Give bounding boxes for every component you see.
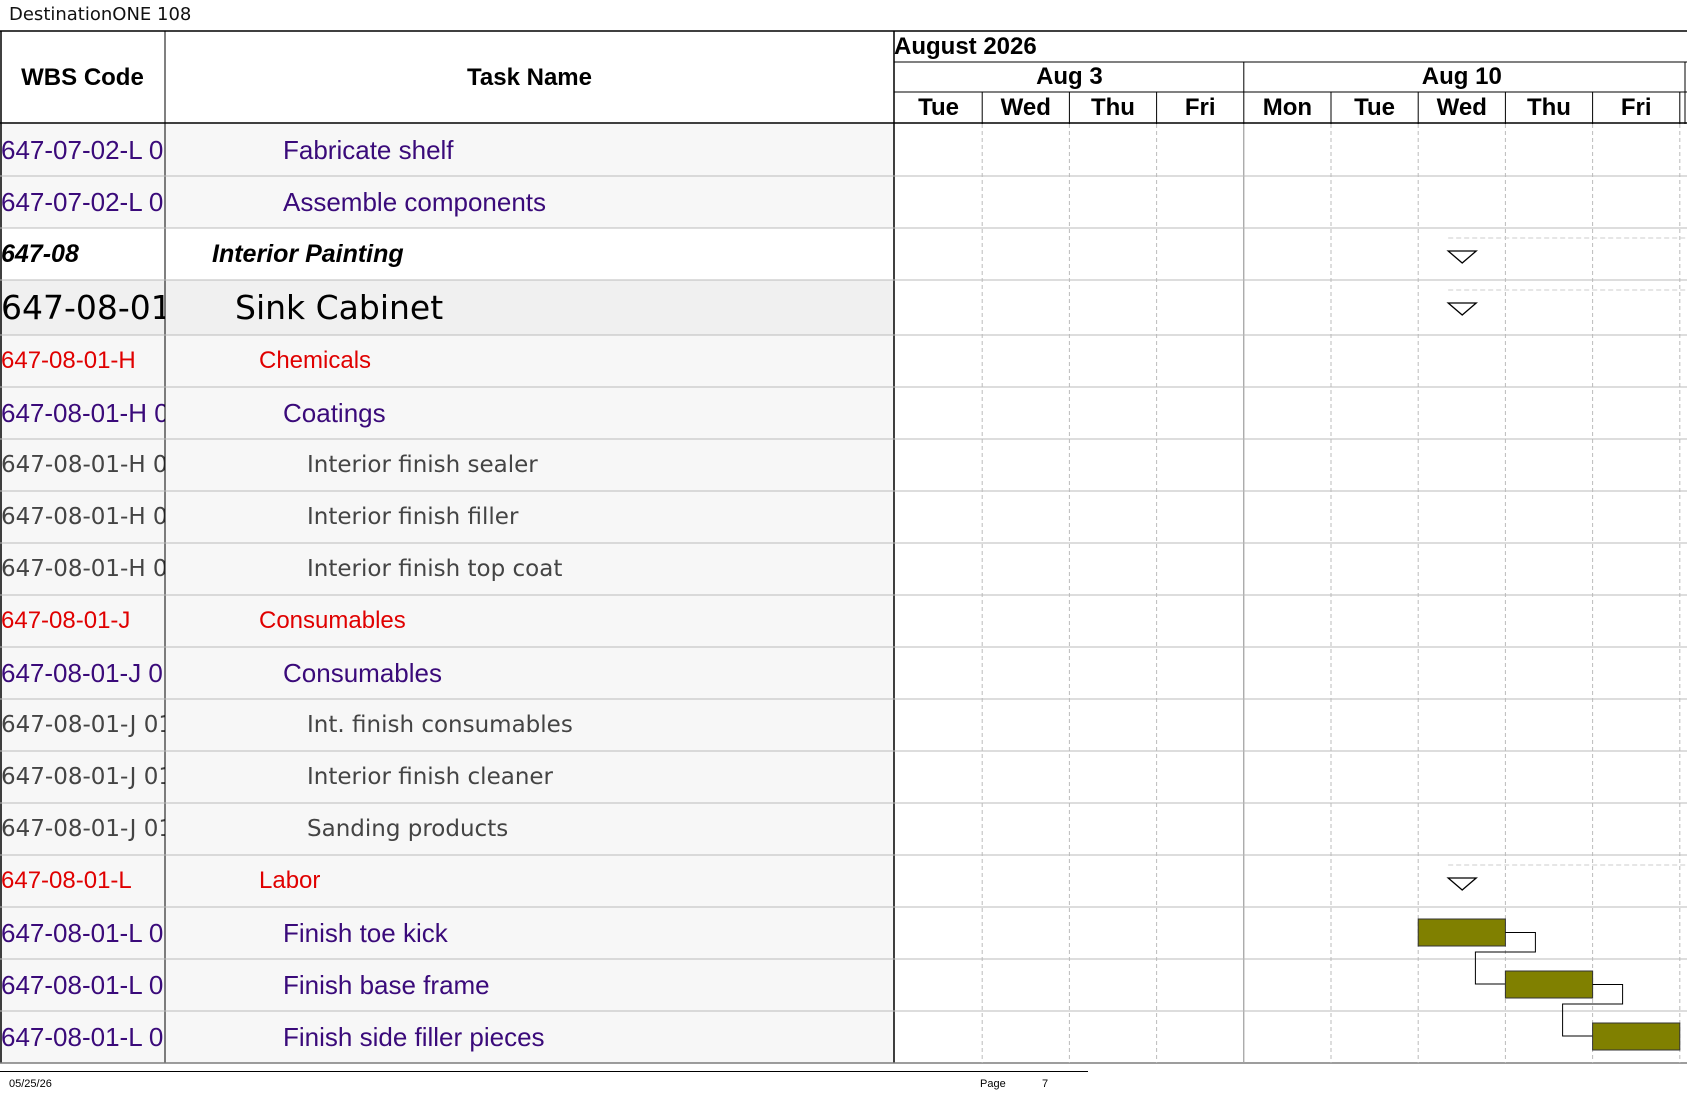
footer-page-number: 7 bbox=[1042, 1078, 1049, 1090]
footer-rule bbox=[0, 1071, 1088, 1072]
footer-page-label: Page bbox=[980, 1078, 1006, 1090]
summary-marker-icon bbox=[1446, 250, 1478, 264]
summary-marker-icon bbox=[1446, 302, 1478, 316]
task-bar bbox=[1592, 1022, 1681, 1051]
task-bar bbox=[1504, 970, 1594, 999]
summary-marker-icon bbox=[1446, 877, 1478, 891]
task-bar bbox=[1417, 918, 1506, 947]
footer-date: 05/25/26 bbox=[9, 1078, 52, 1090]
gantt-chart bbox=[0, 30, 1687, 1064]
